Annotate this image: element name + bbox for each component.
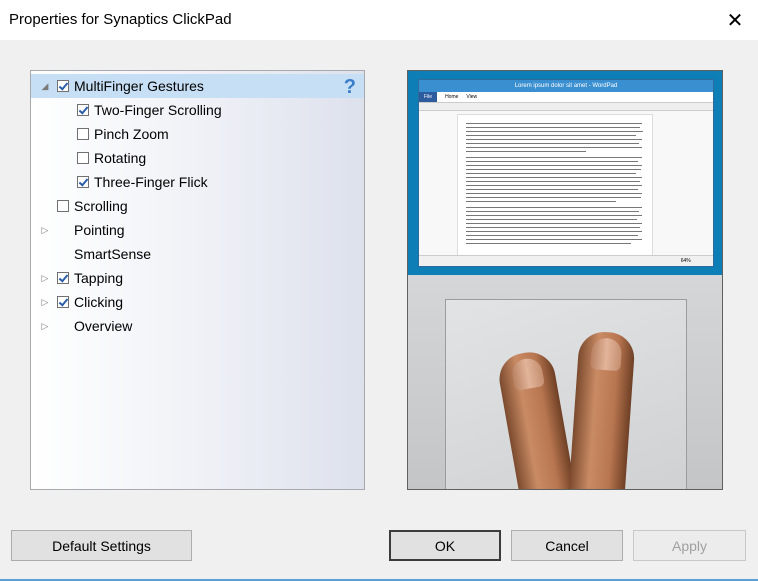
collapsed-triangle-icon[interactable]: ▷ (40, 273, 50, 283)
preview-laptop-surface (408, 275, 722, 489)
collapsed-triangle-icon[interactable]: ▷ (40, 225, 50, 235)
tree-item-overview[interactable]: ▷ Overview (31, 314, 364, 338)
tree-item-label: Two-Finger Scrolling (94, 102, 222, 118)
preview-tab-home: Home (445, 94, 459, 100)
apply-button[interactable]: Apply (633, 530, 746, 561)
tree-item-smartsense[interactable]: SmartSense (31, 242, 364, 266)
three-finger-flick-checkbox[interactable] (77, 176, 89, 188)
preview-document-page (457, 114, 653, 256)
tree-item-label: Three-Finger Flick (94, 174, 208, 190)
tree-item-label: Pinch Zoom (94, 126, 169, 142)
tree-item-label: Overview (74, 318, 133, 334)
two-finger-scrolling-checkbox[interactable] (77, 104, 89, 116)
rotating-checkbox[interactable] (77, 152, 89, 164)
ok-button[interactable]: OK (389, 530, 501, 561)
preview-zoom-level: 64% (680, 258, 691, 264)
clicking-checkbox[interactable] (57, 296, 69, 308)
tree-item-rotating[interactable]: Rotating (31, 146, 364, 170)
preview-ruler (419, 103, 713, 111)
default-settings-button[interactable]: Default Settings (11, 530, 192, 561)
expanded-triangle-icon[interactable]: ◢ (40, 81, 50, 91)
preview-ribbon: File Home View (419, 92, 713, 103)
preview-wordpad-window: Lorem ipsum dolor sit amet - WordPad Fil… (418, 79, 714, 267)
tree-item-pinch-zoom[interactable]: Pinch Zoom (31, 122, 364, 146)
question-mark-icon[interactable]: ? (344, 76, 356, 99)
title-bar: Properties for Synaptics ClickPad ✕ (0, 0, 758, 40)
close-button[interactable]: ✕ (712, 0, 758, 40)
tree-item-clicking[interactable]: ▷ Clicking (31, 290, 364, 314)
collapsed-triangle-icon[interactable]: ▷ (40, 321, 50, 331)
preview-desktop: Lorem ipsum dolor sit amet - WordPad Fil… (408, 71, 722, 275)
tree-item-label: MultiFinger Gestures (74, 78, 204, 94)
tree-item-label: Rotating (94, 150, 147, 166)
window-title: Properties for Synaptics ClickPad (9, 11, 232, 28)
preview-touchpad (445, 299, 687, 489)
tree-item-label: Pointing (74, 222, 125, 238)
close-icon: ✕ (726, 9, 744, 32)
scrolling-checkbox[interactable] (57, 200, 69, 212)
tree-item-label: Tapping (74, 270, 124, 286)
pinch-zoom-checkbox[interactable] (77, 128, 89, 140)
cancel-button[interactable]: Cancel (511, 530, 623, 561)
tree-item-label: Clicking (74, 294, 124, 310)
tree-item-scrolling[interactable]: Scrolling (31, 194, 364, 218)
tree-item-tapping[interactable]: ▷ Tapping (31, 266, 364, 290)
preview-tab-file: File (419, 92, 438, 102)
finger-left-icon (495, 348, 577, 489)
tree-item-multifinger-gestures[interactable]: ◢ MultiFinger Gestures ? (31, 74, 364, 98)
tree-item-label: Scrolling (74, 198, 128, 214)
tapping-checkbox[interactable] (57, 272, 69, 284)
preview-tab-view: View (466, 94, 478, 100)
gesture-preview-animation: Lorem ipsum dolor sit amet - WordPad Fil… (407, 70, 723, 490)
settings-tree[interactable]: ◢ MultiFinger Gestures ? Two-Finger Scro… (30, 70, 365, 490)
finger-right-icon (568, 330, 636, 489)
tree-item-three-finger-flick[interactable]: Three-Finger Flick (31, 170, 364, 194)
multifinger-gestures-checkbox[interactable] (57, 80, 69, 92)
preview-window-title: Lorem ipsum dolor sit amet - WordPad (419, 80, 713, 92)
tree-item-label: SmartSense (74, 246, 152, 262)
tree-item-pointing[interactable]: ▷ Pointing (31, 218, 364, 242)
collapsed-triangle-icon[interactable]: ▷ (40, 297, 50, 307)
preview-status-bar: 64% (419, 255, 713, 266)
tree-item-two-finger-scrolling[interactable]: Two-Finger Scrolling (31, 98, 364, 122)
